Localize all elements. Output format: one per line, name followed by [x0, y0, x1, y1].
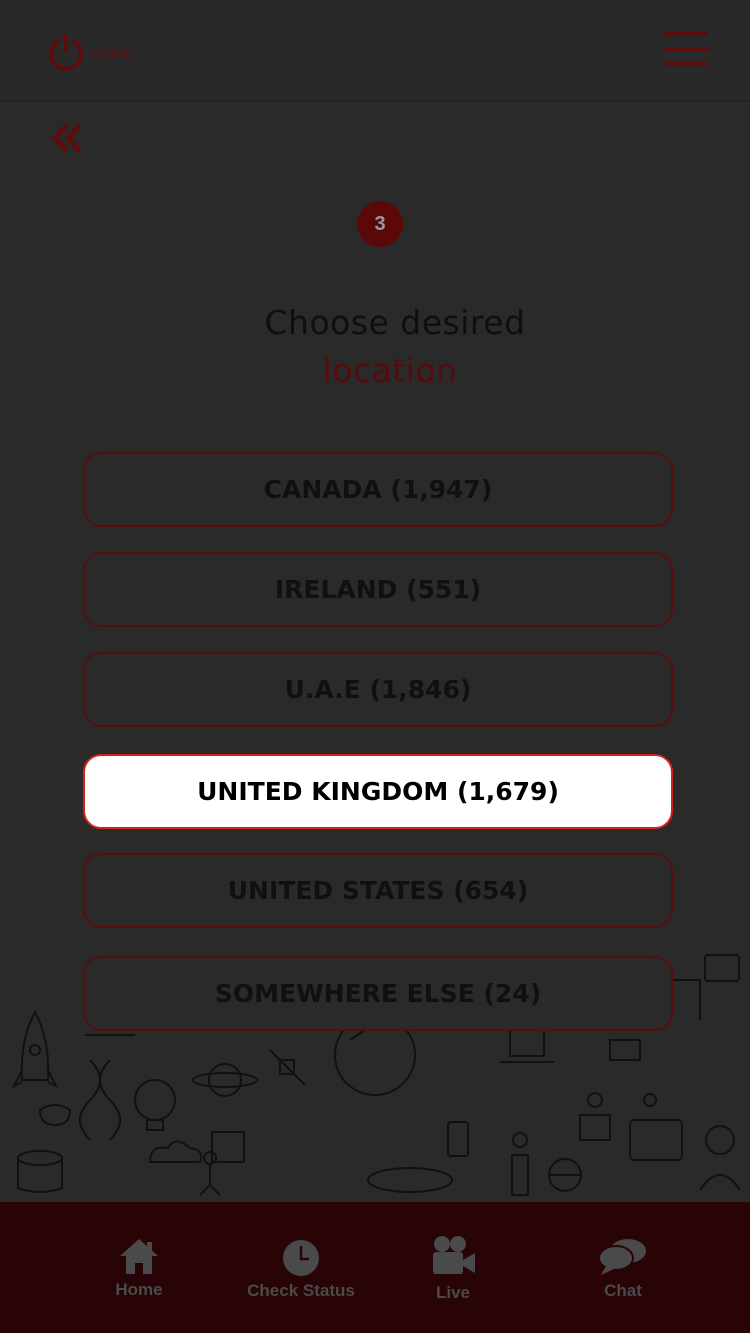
video-camera-icon [433, 1236, 475, 1274]
nav-item-home[interactable]: Home [64, 1202, 214, 1333]
location-option-united-states[interactable]: UNITED STATES (654) [83, 853, 673, 928]
step-number-badge: 3 [357, 201, 403, 247]
page-title: Choose desired [264, 303, 526, 342]
nav-label-live: Live [435, 1283, 471, 1302]
bottom-navigation-bar: Home Check Status Live Chat [0, 1202, 750, 1333]
nav-label-check-status: Check Status [247, 1281, 355, 1300]
nav-item-live[interactable]: Live [378, 1202, 528, 1333]
logout-button[interactable]: Logout [46, 32, 132, 72]
power-icon [49, 33, 83, 71]
nav-item-chat[interactable]: Chat [548, 1202, 698, 1333]
chat-bubbles-icon [598, 1239, 646, 1275]
nav-item-check-status[interactable]: Check Status [226, 1202, 376, 1333]
hamburger-menu-icon[interactable] [664, 30, 708, 70]
location-option-uae[interactable]: U.A.E (1,846) [83, 652, 673, 727]
location-option-canada[interactable]: CANADA (1,947) [83, 452, 673, 527]
location-option-somewhere-else[interactable]: SOMEWHERE ELSE (24) [83, 956, 673, 1031]
home-icon [120, 1239, 158, 1274]
logout-label: Logout [92, 44, 132, 60]
app-header: Logout [0, 0, 750, 102]
nav-label-chat: Chat [604, 1281, 642, 1300]
back-chevrons-icon[interactable] [50, 120, 86, 156]
clock-icon [283, 1240, 319, 1276]
page-title-highlight: location [322, 351, 458, 390]
nav-label-home: Home [115, 1280, 163, 1299]
location-option-united-kingdom[interactable]: UNITED KINGDOM (1,679) [83, 754, 673, 829]
location-option-ireland[interactable]: IRELAND (551) [83, 552, 673, 627]
